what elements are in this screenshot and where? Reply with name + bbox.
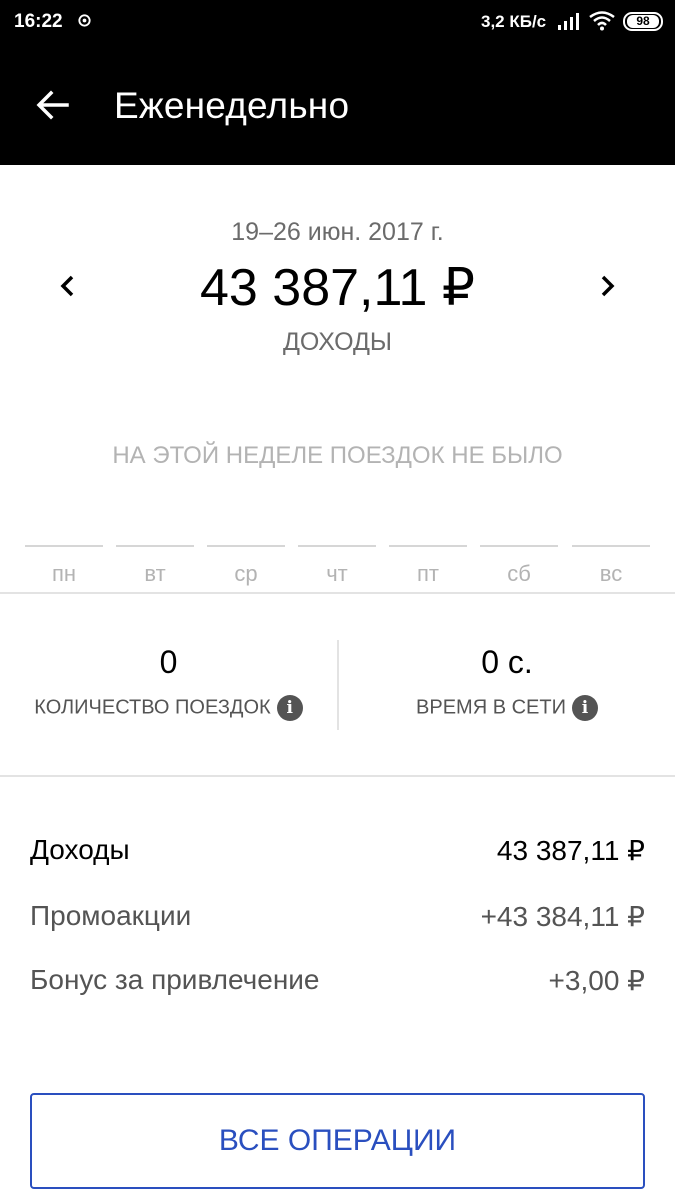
period-label: 19–26 июн. 2017 г. — [231, 218, 444, 246]
referral-bonus-row: Бонус за привлечение +3,00 ₽ — [30, 964, 645, 1008]
divider — [0, 775, 675, 777]
day-label: ср — [234, 561, 258, 586]
info-icon[interactable]: i — [571, 695, 598, 721]
earnings-row-label: Доходы — [30, 834, 130, 865]
trips-count-value: 0 — [159, 644, 178, 680]
day-tue: вт — [116, 545, 194, 586]
day-sun: вс — [572, 545, 650, 586]
signal-icon — [558, 13, 579, 30]
network-speed: 3,2 КБ/с — [481, 12, 547, 31]
arrow-left-icon[interactable] — [34, 87, 70, 123]
day-label: чт — [326, 561, 348, 586]
battery-icon: 98 — [623, 12, 663, 31]
info-icon[interactable]: i — [276, 695, 303, 721]
status-bar: 16:22 3,2 КБ/с 98 — [0, 0, 675, 45]
earnings-row: Доходы 43 387,11 ₽ — [30, 834, 645, 878]
earnings-row-value: 43 387,11 ₽ — [496, 835, 645, 866]
day-thu: чт — [298, 545, 376, 586]
online-time-label-row: ВРЕМЯ В СЕТИ i — [339, 695, 675, 721]
referral-bonus-row-label: Бонус за привлечение — [30, 964, 320, 995]
online-time-label: ВРЕМЯ В СЕТИ — [416, 696, 566, 719]
promotions-row: Промоакции +43 384,11 ₽ — [30, 900, 645, 944]
day-wed: ср — [207, 545, 285, 586]
sync-icon — [78, 14, 91, 27]
promotions-row-value: +43 384,11 ₽ — [480, 901, 645, 932]
battery-level: 98 — [627, 15, 659, 28]
chevron-right-icon[interactable] — [593, 268, 621, 304]
day-label: вт — [144, 561, 166, 586]
wifi-icon — [589, 11, 615, 31]
no-trips-message: НА ЭТОЙ НЕДЕЛЕ ПОЕЗДОК НЕ БЫЛО — [112, 442, 563, 469]
online-time-value: 0 с. — [481, 644, 533, 680]
referral-bonus-row-value: +3,00 ₽ — [548, 965, 645, 996]
all-operations-button[interactable]: ВСЕ ОПЕРАЦИИ — [30, 1093, 645, 1189]
trips-count-stat: 0 КОЛИЧЕСТВО ПОЕЗДОК i — [0, 630, 337, 721]
trips-count-label: КОЛИЧЕСТВО ПОЕЗДОК — [34, 696, 271, 719]
promotions-row-label: Промоакции — [30, 900, 192, 931]
day-mon: пн — [25, 545, 103, 586]
day-sat: сб — [480, 545, 558, 586]
day-label: вс — [599, 561, 623, 586]
status-time: 16:22 — [14, 11, 63, 32]
divider — [0, 592, 675, 594]
page-title: Еженедельно — [114, 85, 350, 126]
earnings-amount: 43 387,11 ₽ — [199, 259, 475, 317]
online-time-stat: 0 с. ВРЕМЯ В СЕТИ i — [339, 630, 675, 721]
weekday-axis: пн вт ср чт пт сб вс — [25, 545, 650, 586]
trips-count-label-row: КОЛИЧЕСТВО ПОЕЗДОК i — [0, 695, 337, 721]
day-fri: пт — [389, 545, 467, 586]
app-bar: Еженедельно — [0, 45, 675, 165]
day-label: пн — [51, 561, 77, 586]
day-label: сб — [507, 561, 531, 586]
earnings-label: ДОХОДЫ — [282, 328, 393, 356]
day-label: пт — [417, 561, 439, 586]
